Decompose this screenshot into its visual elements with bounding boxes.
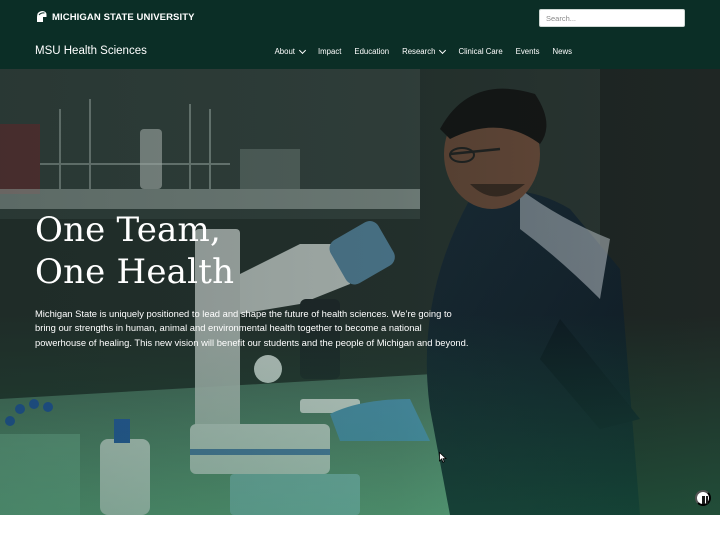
nav-item-label: About: [274, 47, 295, 56]
nav-item-label: Events: [515, 47, 540, 56]
nav-item-about[interactable]: About: [274, 46, 307, 56]
chevron-down-icon: [439, 46, 447, 54]
nav-item-education[interactable]: Education: [354, 47, 389, 56]
site-title[interactable]: MSU Health Sciences: [35, 45, 147, 57]
nav-item-label: News: [552, 47, 573, 56]
chevron-down-icon: [298, 46, 307, 54]
hero-section: One Team, One Health Michigan State is u…: [0, 69, 720, 515]
headline-line-1: One Team,: [35, 210, 221, 250]
search-input[interactable]: [539, 9, 685, 27]
nav-item-impact[interactable]: Impact: [318, 47, 341, 56]
page-content-start: [0, 515, 720, 542]
mouse-cursor-icon: [439, 452, 447, 463]
hero-description: Michigan State is uniquely positioned to…: [35, 308, 469, 348]
site-nav-bar: MSU Health Sciences About Impact Educati…: [0, 36, 720, 69]
nav-item-news[interactable]: News: [553, 47, 573, 56]
spartan-helmet-icon: [35, 10, 48, 24]
nav-item-events[interactable]: Events: [516, 47, 540, 56]
nav-item-label: Clinical Care: [458, 47, 503, 56]
nav-item-clinical-care[interactable]: Clinical Care: [458, 47, 502, 56]
university-name: MICHIGAN STATE UNIVERSITY: [52, 11, 195, 23]
nav-item-label: Education: [354, 47, 390, 56]
nav-item-label: Impact: [317, 47, 342, 56]
msu-logo-link[interactable]: MICHIGAN STATE UNIVERSITY: [35, 10, 195, 24]
pause-button[interactable]: [695, 490, 711, 506]
main-nav: About Impact Education Research Clinical…: [262, 46, 573, 56]
nav-item-label: Research: [402, 47, 436, 56]
headline-line-2: One Health: [35, 252, 235, 292]
hero-headline: One Team, One Health: [35, 209, 234, 293]
top-bar: MICHIGAN STATE UNIVERSITY: [0, 0, 720, 36]
nav-item-research[interactable]: Research: [402, 46, 447, 56]
